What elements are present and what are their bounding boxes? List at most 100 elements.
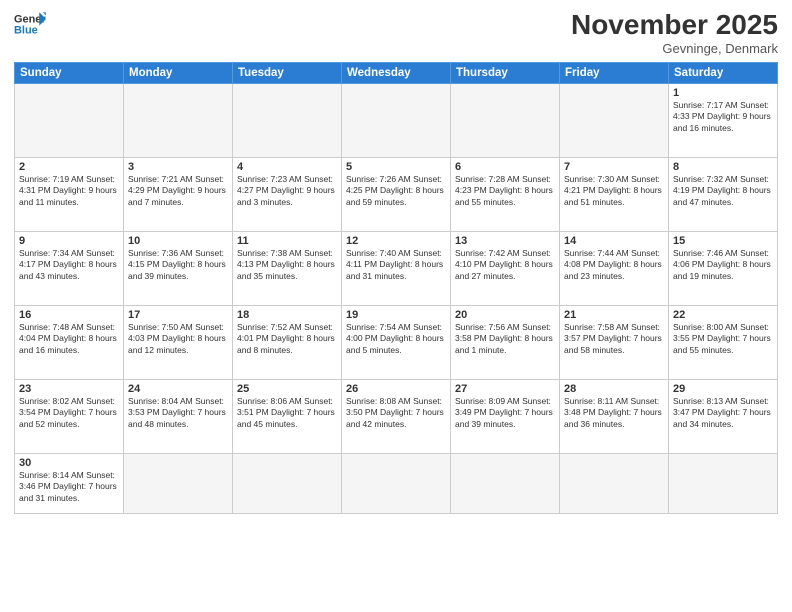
week-row-3: 9Sunrise: 7:34 AM Sunset: 4:17 PM Daylig… xyxy=(15,231,778,305)
weekday-header-saturday: Saturday xyxy=(669,62,778,83)
day-info: Sunrise: 7:58 AM Sunset: 3:57 PM Dayligh… xyxy=(564,322,664,356)
logo-icon: General Blue xyxy=(14,10,46,38)
calendar-cell: 5Sunrise: 7:26 AM Sunset: 4:25 PM Daylig… xyxy=(342,157,451,231)
calendar-cell: 25Sunrise: 8:06 AM Sunset: 3:51 PM Dayli… xyxy=(233,379,342,453)
day-number: 17 xyxy=(128,309,228,321)
calendar-cell xyxy=(15,83,124,157)
day-number: 22 xyxy=(673,309,773,321)
day-info: Sunrise: 8:13 AM Sunset: 3:47 PM Dayligh… xyxy=(673,396,773,430)
logo: General Blue xyxy=(14,10,46,38)
day-number: 20 xyxy=(455,309,555,321)
calendar-cell: 8Sunrise: 7:32 AM Sunset: 4:19 PM Daylig… xyxy=(669,157,778,231)
day-number: 3 xyxy=(128,161,228,173)
day-info: Sunrise: 8:11 AM Sunset: 3:48 PM Dayligh… xyxy=(564,396,664,430)
day-number: 6 xyxy=(455,161,555,173)
calendar-cell: 19Sunrise: 7:54 AM Sunset: 4:00 PM Dayli… xyxy=(342,305,451,379)
day-number: 30 xyxy=(19,457,119,469)
day-number: 14 xyxy=(564,235,664,247)
calendar-cell: 3Sunrise: 7:21 AM Sunset: 4:29 PM Daylig… xyxy=(124,157,233,231)
calendar-cell: 2Sunrise: 7:19 AM Sunset: 4:31 PM Daylig… xyxy=(15,157,124,231)
calendar-cell xyxy=(342,83,451,157)
day-info: Sunrise: 8:14 AM Sunset: 3:46 PM Dayligh… xyxy=(19,470,119,504)
calendar-cell: 21Sunrise: 7:58 AM Sunset: 3:57 PM Dayli… xyxy=(560,305,669,379)
weekday-header-sunday: Sunday xyxy=(15,62,124,83)
calendar-cell: 13Sunrise: 7:42 AM Sunset: 4:10 PM Dayli… xyxy=(451,231,560,305)
calendar-cell: 30Sunrise: 8:14 AM Sunset: 3:46 PM Dayli… xyxy=(15,453,124,513)
day-number: 16 xyxy=(19,309,119,321)
calendar-cell: 23Sunrise: 8:02 AM Sunset: 3:54 PM Dayli… xyxy=(15,379,124,453)
day-info: Sunrise: 7:50 AM Sunset: 4:03 PM Dayligh… xyxy=(128,322,228,356)
day-info: Sunrise: 7:48 AM Sunset: 4:04 PM Dayligh… xyxy=(19,322,119,356)
calendar-cell: 27Sunrise: 8:09 AM Sunset: 3:49 PM Dayli… xyxy=(451,379,560,453)
weekday-header-friday: Friday xyxy=(560,62,669,83)
day-info: Sunrise: 7:23 AM Sunset: 4:27 PM Dayligh… xyxy=(237,174,337,208)
calendar-cell: 18Sunrise: 7:52 AM Sunset: 4:01 PM Dayli… xyxy=(233,305,342,379)
calendar-cell xyxy=(124,83,233,157)
day-number: 18 xyxy=(237,309,337,321)
day-number: 11 xyxy=(237,235,337,247)
title-block: November 2025 Gevninge, Denmark xyxy=(571,10,778,56)
day-info: Sunrise: 7:21 AM Sunset: 4:29 PM Dayligh… xyxy=(128,174,228,208)
calendar-cell: 26Sunrise: 8:08 AM Sunset: 3:50 PM Dayli… xyxy=(342,379,451,453)
day-info: Sunrise: 7:26 AM Sunset: 4:25 PM Dayligh… xyxy=(346,174,446,208)
weekday-header-tuesday: Tuesday xyxy=(233,62,342,83)
calendar-cell xyxy=(669,453,778,513)
day-info: Sunrise: 8:08 AM Sunset: 3:50 PM Dayligh… xyxy=(346,396,446,430)
svg-text:Blue: Blue xyxy=(14,24,38,36)
day-number: 26 xyxy=(346,383,446,395)
calendar-cell: 7Sunrise: 7:30 AM Sunset: 4:21 PM Daylig… xyxy=(560,157,669,231)
day-info: Sunrise: 7:34 AM Sunset: 4:17 PM Dayligh… xyxy=(19,248,119,282)
calendar-cell: 28Sunrise: 8:11 AM Sunset: 3:48 PM Dayli… xyxy=(560,379,669,453)
calendar-cell: 20Sunrise: 7:56 AM Sunset: 3:58 PM Dayli… xyxy=(451,305,560,379)
day-info: Sunrise: 7:52 AM Sunset: 4:01 PM Dayligh… xyxy=(237,322,337,356)
calendar-cell: 16Sunrise: 7:48 AM Sunset: 4:04 PM Dayli… xyxy=(15,305,124,379)
day-number: 13 xyxy=(455,235,555,247)
day-info: Sunrise: 7:19 AM Sunset: 4:31 PM Dayligh… xyxy=(19,174,119,208)
location: Gevninge, Denmark xyxy=(571,41,778,56)
day-number: 27 xyxy=(455,383,555,395)
calendar-cell: 4Sunrise: 7:23 AM Sunset: 4:27 PM Daylig… xyxy=(233,157,342,231)
day-info: Sunrise: 7:38 AM Sunset: 4:13 PM Dayligh… xyxy=(237,248,337,282)
day-number: 15 xyxy=(673,235,773,247)
day-info: Sunrise: 7:42 AM Sunset: 4:10 PM Dayligh… xyxy=(455,248,555,282)
day-number: 4 xyxy=(237,161,337,173)
calendar-cell: 12Sunrise: 7:40 AM Sunset: 4:11 PM Dayli… xyxy=(342,231,451,305)
calendar-cell xyxy=(124,453,233,513)
day-number: 24 xyxy=(128,383,228,395)
calendar-cell xyxy=(451,83,560,157)
page: General Blue November 2025 Gevninge, Den… xyxy=(0,0,792,612)
calendar-cell: 1Sunrise: 7:17 AM Sunset: 4:33 PM Daylig… xyxy=(669,83,778,157)
week-row-5: 23Sunrise: 8:02 AM Sunset: 3:54 PM Dayli… xyxy=(15,379,778,453)
week-row-6: 30Sunrise: 8:14 AM Sunset: 3:46 PM Dayli… xyxy=(15,453,778,513)
day-info: Sunrise: 8:00 AM Sunset: 3:55 PM Dayligh… xyxy=(673,322,773,356)
calendar-cell: 6Sunrise: 7:28 AM Sunset: 4:23 PM Daylig… xyxy=(451,157,560,231)
calendar-cell: 11Sunrise: 7:38 AM Sunset: 4:13 PM Dayli… xyxy=(233,231,342,305)
calendar-cell xyxy=(560,453,669,513)
day-number: 10 xyxy=(128,235,228,247)
day-info: Sunrise: 7:56 AM Sunset: 3:58 PM Dayligh… xyxy=(455,322,555,356)
day-info: Sunrise: 7:36 AM Sunset: 4:15 PM Dayligh… xyxy=(128,248,228,282)
calendar-cell xyxy=(342,453,451,513)
calendar-cell: 17Sunrise: 7:50 AM Sunset: 4:03 PM Dayli… xyxy=(124,305,233,379)
calendar-cell xyxy=(451,453,560,513)
weekday-header-monday: Monday xyxy=(124,62,233,83)
day-number: 19 xyxy=(346,309,446,321)
day-info: Sunrise: 8:04 AM Sunset: 3:53 PM Dayligh… xyxy=(128,396,228,430)
day-info: Sunrise: 8:02 AM Sunset: 3:54 PM Dayligh… xyxy=(19,396,119,430)
day-info: Sunrise: 7:44 AM Sunset: 4:08 PM Dayligh… xyxy=(564,248,664,282)
month-title: November 2025 xyxy=(571,10,778,41)
day-info: Sunrise: 7:32 AM Sunset: 4:19 PM Dayligh… xyxy=(673,174,773,208)
calendar-cell: 24Sunrise: 8:04 AM Sunset: 3:53 PM Dayli… xyxy=(124,379,233,453)
day-number: 8 xyxy=(673,161,773,173)
day-number: 12 xyxy=(346,235,446,247)
day-number: 1 xyxy=(673,87,773,99)
day-number: 2 xyxy=(19,161,119,173)
day-info: Sunrise: 8:06 AM Sunset: 3:51 PM Dayligh… xyxy=(237,396,337,430)
day-number: 25 xyxy=(237,383,337,395)
calendar-cell: 15Sunrise: 7:46 AM Sunset: 4:06 PM Dayli… xyxy=(669,231,778,305)
day-info: Sunrise: 7:54 AM Sunset: 4:00 PM Dayligh… xyxy=(346,322,446,356)
day-info: Sunrise: 7:30 AM Sunset: 4:21 PM Dayligh… xyxy=(564,174,664,208)
day-number: 23 xyxy=(19,383,119,395)
week-row-1: 1Sunrise: 7:17 AM Sunset: 4:33 PM Daylig… xyxy=(15,83,778,157)
calendar-cell xyxy=(233,83,342,157)
